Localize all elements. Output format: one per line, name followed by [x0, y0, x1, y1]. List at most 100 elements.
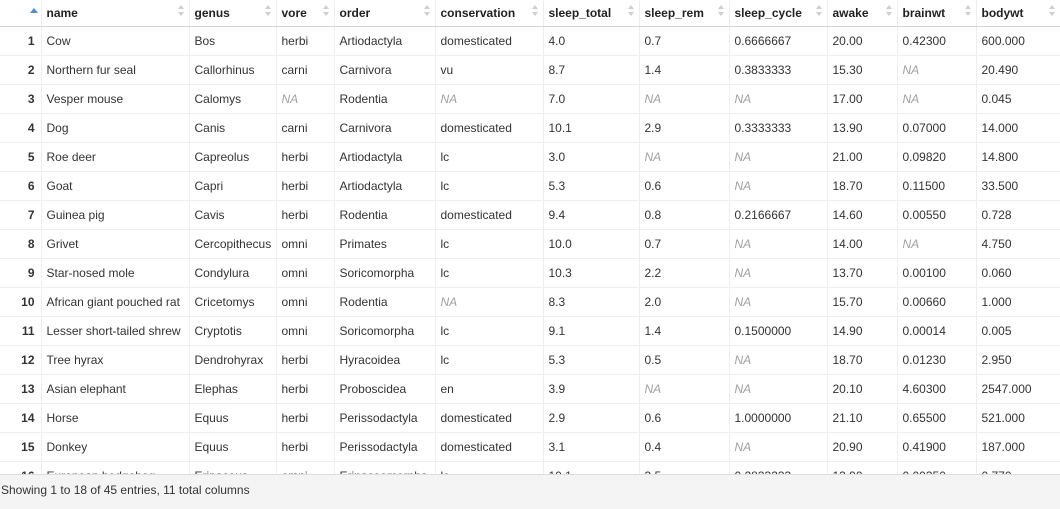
table-row[interactable]: 11 Lesser short-tailed shrew Cryptotis omni…: [0, 316, 1060, 346]
column-header-sleep-cycle[interactable]: sleep_cycle: [729, 0, 828, 27]
column-header-index[interactable]: [0, 0, 42, 27]
cell-sleep-cycle: 0.2166667: [729, 200, 828, 230]
sort-arrows-icon: [531, 5, 538, 19]
table-row[interactable]: 2 Northern fur seal Callorhinus carni Carniv…: [0, 55, 1060, 85]
cell-bodywt: 521.000: [976, 403, 1060, 433]
cell-awake: 14.90: [827, 316, 898, 346]
cell-order: Perissodactyla: [334, 432, 436, 462]
cell-sleep-cycle: NA: [729, 374, 828, 404]
cell-awake: 15.30: [827, 55, 898, 85]
cell-sleep-cycle: 0.6666667: [729, 26, 828, 56]
cell-sleep-cycle: 0.3833333: [729, 55, 828, 85]
table-row[interactable]: 3 Vesper mouse Calomys NA Rodentia NA 7.0 NA NA 1…: [0, 84, 1060, 114]
cell-genus: Dendrohyrax: [189, 345, 277, 375]
table-footer: Showing 1 to 18 of 45 entries, 11 total …: [0, 474, 1060, 509]
table-row[interactable]: 4 Dog Canis carni Carnivora domesticated 10.1 2…: [0, 113, 1060, 143]
cell-sleep-total: 8.3: [543, 287, 640, 317]
cell-sleep-total: 4.0: [543, 26, 640, 56]
cell-genus: Bos: [189, 26, 277, 56]
row-index: 2: [0, 55, 42, 85]
column-header-genus[interactable]: genus: [189, 0, 277, 27]
cell-sleep-rem: 0.8: [639, 200, 730, 230]
cell-awake: 20.00: [827, 26, 898, 56]
cell-sleep-total: 2.9: [543, 403, 640, 433]
cell-sleep-cycle: NA: [729, 171, 828, 201]
cell-genus: Canis: [189, 113, 277, 143]
cell-conservation: lc: [435, 345, 544, 375]
cell-brainwt: 0.07000: [897, 113, 977, 143]
cell-order: Carnivora: [334, 113, 436, 143]
table-row[interactable]: 12 Tree hyrax Dendrohyrax herbi Hyracoidea lc…: [0, 345, 1060, 375]
cell-sleep-cycle: NA: [729, 345, 828, 375]
row-index: 8: [0, 229, 42, 259]
cell-sleep-rem: 0.4: [639, 432, 730, 462]
cell-brainwt: 0.09820: [897, 142, 977, 172]
column-header-bodywt[interactable]: bodywt: [976, 0, 1060, 27]
cell-awake: 20.10: [827, 374, 898, 404]
column-header-label: genus: [194, 6, 230, 20]
column-header-name[interactable]: name: [41, 0, 190, 27]
cell-conservation: domesticated: [435, 26, 544, 56]
cell-sleep-total: 3.1: [543, 432, 640, 462]
column-header-label: conservation: [440, 6, 516, 20]
row-index: 13: [0, 374, 42, 404]
cell-bodywt: 0.728: [976, 200, 1060, 230]
cell-genus: Cavis: [189, 200, 277, 230]
table-row[interactable]: 6 Goat Capri herbi Artiodactyla lc 5.3 0.6 NA 18.…: [0, 171, 1060, 201]
column-header-conservation[interactable]: conservation: [435, 0, 544, 27]
cell-sleep-rem: 2.2: [639, 258, 730, 288]
cell-sleep-cycle: NA: [729, 258, 828, 288]
cell-name: Northern fur seal: [41, 55, 190, 85]
table-row[interactable]: 5 Roe deer Capreolus herbi Artiodactyla lc 3.0…: [0, 142, 1060, 172]
column-header-sleep-total[interactable]: sleep_total: [543, 0, 640, 27]
cell-order: Perissodactyla: [334, 403, 436, 433]
column-header-brainwt[interactable]: brainwt: [897, 0, 977, 27]
sort-arrows-icon: [627, 5, 634, 19]
cell-order: Primates: [334, 229, 436, 259]
table-row[interactable]: 15 Donkey Equus herbi Perissodactyla domestic…: [0, 432, 1060, 462]
column-header-label: sleep_total: [548, 6, 612, 20]
table-row[interactable]: 10 African giant pouched rat Cricetomys omn…: [0, 287, 1060, 317]
column-header-awake[interactable]: awake: [827, 0, 898, 27]
column-header-vore[interactable]: vore: [276, 0, 335, 27]
cell-genus: Cricetomys: [189, 287, 277, 317]
sort-arrows-icon: [815, 5, 822, 19]
row-index: 1: [0, 26, 42, 56]
cell-vore: NA: [276, 84, 335, 114]
column-header-label: sleep_cycle: [734, 6, 802, 20]
cell-conservation: vu: [435, 55, 544, 85]
table-row[interactable]: 13 Asian elephant Elephas herbi Proboscidea e…: [0, 374, 1060, 404]
table-row[interactable]: 9 Star-nosed mole Condylura omni Soricomorph…: [0, 258, 1060, 288]
cell-sleep-rem: 0.6: [639, 171, 730, 201]
column-header-order[interactable]: order: [334, 0, 436, 27]
cell-order: Artiodactyla: [334, 171, 436, 201]
column-header-sleep-rem[interactable]: sleep_rem: [639, 0, 730, 27]
table-row[interactable]: 8 Grivet Cercopithecus omni Primates lc 10.0 0.…: [0, 229, 1060, 259]
cell-sleep-cycle: 1.0000000: [729, 403, 828, 433]
cell-bodywt: 4.750: [976, 229, 1060, 259]
cell-order: Rodentia: [334, 84, 436, 114]
row-index: 10: [0, 287, 42, 317]
column-header-label: bodywt: [981, 6, 1024, 20]
cell-conservation: NA: [435, 84, 544, 114]
cell-order: Rodentia: [334, 287, 436, 317]
cell-genus: Capreolus: [189, 142, 277, 172]
cell-sleep-total: 10.3: [543, 258, 640, 288]
table-row[interactable]: 1 Cow Bos herbi Artiodactyla domesticated 4.0 0…: [0, 26, 1060, 56]
cell-brainwt: 4.60300: [897, 374, 977, 404]
cell-name: Asian elephant: [41, 374, 190, 404]
cell-awake: 13.70: [827, 258, 898, 288]
cell-sleep-total: 9.1: [543, 316, 640, 346]
cell-vore: herbi: [276, 171, 335, 201]
cell-sleep-cycle: NA: [729, 142, 828, 172]
sort-arrows-icon: [1048, 5, 1055, 19]
cell-brainwt: 0.00100: [897, 258, 977, 288]
cell-brainwt: NA: [897, 84, 977, 114]
cell-name: Goat: [41, 171, 190, 201]
cell-sleep-rem: NA: [639, 374, 730, 404]
cell-sleep-cycle: 0.3333333: [729, 113, 828, 143]
cell-awake: 17.00: [827, 84, 898, 114]
cell-order: Proboscidea: [334, 374, 436, 404]
table-row[interactable]: 14 Horse Equus herbi Perissodactyla domestica…: [0, 403, 1060, 433]
table-row[interactable]: 7 Guinea pig Cavis herbi Rodentia domesticate…: [0, 200, 1060, 230]
